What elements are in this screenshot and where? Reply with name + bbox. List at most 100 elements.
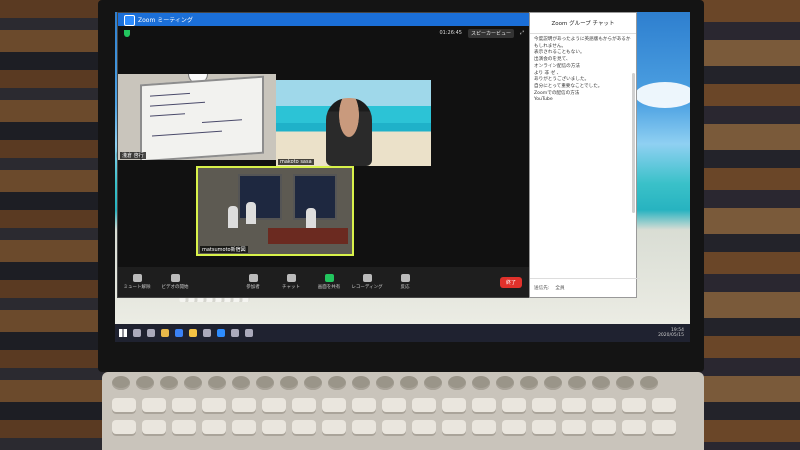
key <box>142 420 166 436</box>
reactions-button[interactable]: 反応 <box>386 274 424 290</box>
mute-button[interactable]: ミュート解除 <box>118 274 156 290</box>
share-screen-button[interactable]: 画面を共有 <box>310 274 348 290</box>
video-tile-whiteboard[interactable]: 淺倉 啓行 <box>118 74 276 160</box>
participant-person <box>326 98 372 166</box>
window-title: Zoom ミーティング <box>138 17 193 24</box>
key <box>592 420 616 436</box>
key <box>502 398 526 414</box>
zoom-taskbar-icon[interactable] <box>217 329 225 337</box>
key <box>304 376 322 390</box>
chat-button[interactable]: チャット <box>272 274 310 290</box>
key <box>136 376 154 390</box>
key <box>544 376 562 390</box>
key <box>142 398 166 414</box>
participant-name: makoto sasa <box>278 159 314 165</box>
participant-name: 淺倉 啓行 <box>120 152 146 159</box>
key <box>172 420 196 436</box>
chat-scrollbar[interactable] <box>632 73 635 213</box>
key <box>112 398 136 414</box>
chrome-icon[interactable] <box>161 329 169 337</box>
start-video-button[interactable]: ビデオの開始 <box>156 274 194 290</box>
shield-icon[interactable] <box>124 29 130 37</box>
key <box>208 376 226 390</box>
key <box>412 420 436 436</box>
key <box>382 398 406 414</box>
room-person <box>246 202 256 224</box>
zoom-topbar: 01:26:45 スピーカービュー ⤢ <box>118 26 530 40</box>
key <box>322 420 346 436</box>
speaker-view-button[interactable]: スピーカービュー <box>467 28 514 38</box>
key <box>502 420 526 436</box>
system-clock[interactable]: 19:54 2020/05/15 <box>658 328 684 338</box>
key <box>400 376 418 390</box>
chat-send-to-label: 送信先: <box>534 286 550 291</box>
end-meeting-button[interactable]: 終了 <box>499 276 522 288</box>
key <box>562 398 586 414</box>
key <box>352 420 376 436</box>
search-icon[interactable] <box>133 329 141 337</box>
key <box>442 398 466 414</box>
clock-date: 2020/05/15 <box>658 333 684 338</box>
key <box>262 420 286 436</box>
fullscreen-icon[interactable]: ⤢ <box>520 30 524 36</box>
zoom-app-icon <box>124 15 135 26</box>
participants-button[interactable]: 参加者 <box>234 274 272 290</box>
record-button[interactable]: レコーディング <box>348 274 386 290</box>
task-view-icon[interactable] <box>147 329 155 337</box>
key <box>172 398 196 414</box>
chat-panel[interactable]: Zoom グループ チャット 今度説明があったように英語版もからがあるかもしれま… <box>529 12 640 298</box>
key <box>322 398 346 414</box>
key <box>496 376 514 390</box>
key <box>532 420 556 436</box>
key <box>280 376 298 390</box>
key <box>232 398 256 414</box>
key <box>652 420 676 436</box>
key <box>472 376 490 390</box>
chat-message: 出演会のを見て、 <box>534 57 571 63</box>
video-tile-speaker[interactable]: makoto sasa <box>276 80 431 166</box>
key <box>352 398 376 414</box>
keyboard-row <box>112 420 676 436</box>
chat-title: Zoom グループ チャット <box>551 21 615 27</box>
key <box>616 376 634 390</box>
key <box>622 420 646 436</box>
keyboard-row <box>112 376 658 390</box>
file-explorer-icon[interactable] <box>189 329 197 337</box>
key <box>652 398 676 414</box>
key <box>232 420 256 436</box>
participants-icon <box>248 274 258 282</box>
windows-taskbar: 19:54 2020/05/15 <box>115 324 690 342</box>
chat-message: 今度説明があったように英語版もからがあるかもしれません。 <box>534 37 631 49</box>
zoom-titlebar[interactable]: Zoom ミーティング <box>118 13 530 26</box>
edge-icon[interactable] <box>175 329 183 337</box>
meeting-timer: 01:26:45 <box>439 30 462 36</box>
chat-footer[interactable]: 送信先: 全員 <box>530 278 640 297</box>
wallpaper-cloud <box>635 82 690 108</box>
key <box>256 376 274 390</box>
key <box>568 376 586 390</box>
key <box>442 420 466 436</box>
chat-recipient-select[interactable]: 全員 <box>555 285 564 291</box>
key <box>532 398 556 414</box>
chat-messages: 今度説明があったように英語版もからがあるかもしれません。 表示されることもない。… <box>530 34 636 107</box>
key <box>640 376 658 390</box>
mail-icon[interactable] <box>231 329 239 337</box>
key <box>562 420 586 436</box>
key <box>184 376 202 390</box>
chat-message: ありがとうございました。 <box>534 77 590 83</box>
key <box>448 376 466 390</box>
video-icon <box>170 274 180 282</box>
settings-icon[interactable] <box>245 329 253 337</box>
windows-start-icon[interactable] <box>119 329 127 337</box>
video-grid: 淺倉 啓行 makoto sasa matsumoto新宿図 <box>118 40 530 268</box>
key <box>202 398 226 414</box>
video-tile-room[interactable]: matsumoto新宿図 <box>196 166 354 256</box>
chat-message: 自分にとって重要なことでした。 <box>534 83 603 89</box>
key <box>472 420 496 436</box>
room-person <box>228 206 238 228</box>
key <box>382 420 406 436</box>
zoom-meeting-window[interactable]: Zoom ミーティング 01:26:45 スピーカービュー ⤢ 淺倉 啓行 ma… <box>117 12 531 298</box>
store-icon[interactable] <box>203 329 211 337</box>
key <box>472 398 496 414</box>
key <box>232 376 250 390</box>
